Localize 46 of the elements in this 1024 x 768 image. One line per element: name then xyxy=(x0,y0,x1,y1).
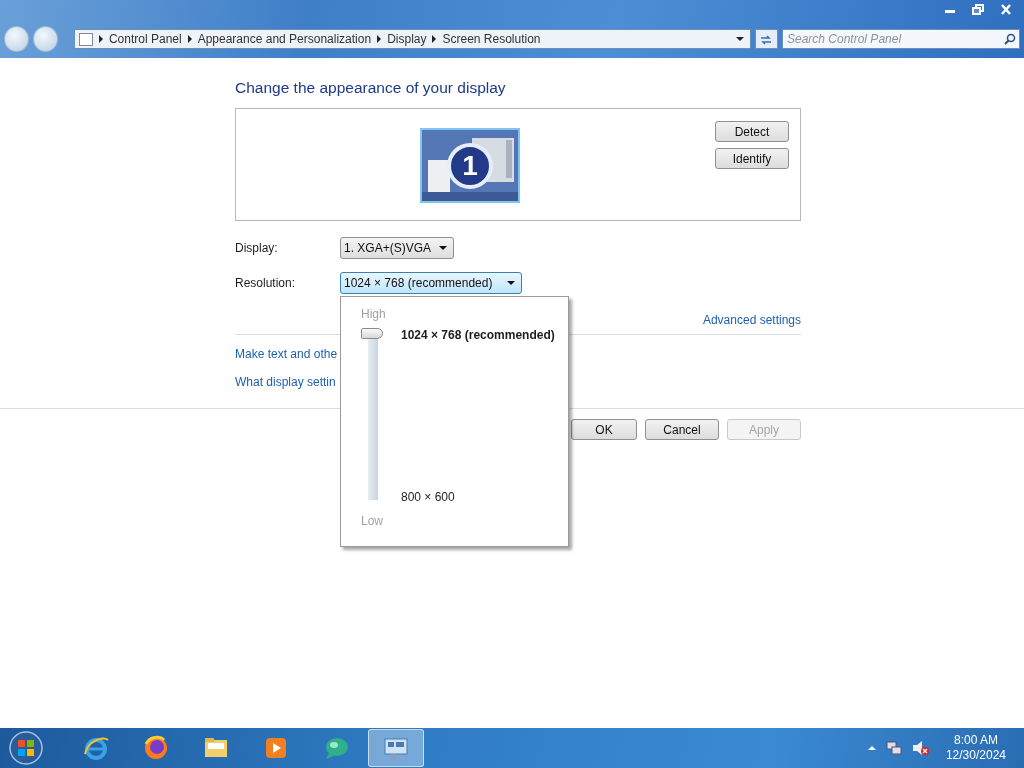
action-button[interactable]: Detect xyxy=(715,121,789,142)
address-bar[interactable]: Control Panel Appearance and Personalization Display Screen Resolution xyxy=(73,29,751,49)
field-label: Resolution: xyxy=(235,275,297,292)
slider-thumb[interactable] xyxy=(361,328,383,339)
resolution-dropdown[interactable]: 1024 × 768 (recommended) xyxy=(340,272,522,294)
chevron-icon xyxy=(98,35,103,43)
monitor-tile[interactable]: 1 xyxy=(420,128,520,203)
help-link[interactable]: What display settin xyxy=(235,375,336,389)
breadcrumb-item[interactable]: Display xyxy=(387,30,427,48)
restore-icon xyxy=(972,3,984,15)
dialog-button[interactable]: Cancel xyxy=(645,419,719,440)
arrows-icon xyxy=(759,33,774,46)
display-dropdown[interactable]: 1. XGA+(S)VGA xyxy=(340,237,455,259)
dialog-button[interactable]: OK xyxy=(571,419,637,440)
back-button[interactable] xyxy=(4,26,29,52)
chevron-icon xyxy=(432,35,437,43)
volume-muted-icon[interactable] xyxy=(911,740,930,756)
network-icon[interactable] xyxy=(885,740,902,756)
page-heading: Change the appearance of your display xyxy=(235,78,507,98)
field-label: Display: xyxy=(235,240,279,257)
caret-icon xyxy=(507,281,515,285)
forward-button[interactable] xyxy=(32,26,58,52)
close-icon xyxy=(1000,3,1012,15)
search-icon xyxy=(1004,33,1016,45)
advanced-settings-link[interactable]: Advanced settings xyxy=(702,311,801,327)
refresh-button[interactable] xyxy=(754,29,778,49)
resolution-option[interactable]: 800 × 600 xyxy=(401,488,555,506)
chevron-icon xyxy=(377,35,382,43)
browser-icon xyxy=(142,734,170,762)
breadcrumb-item[interactable]: Appearance and Personalization xyxy=(197,30,372,48)
slider-label: Low xyxy=(361,513,384,530)
help-link[interactable]: Make text and othe xyxy=(235,347,338,361)
dropdown-icon xyxy=(735,37,744,41)
resolution-option[interactable]: 1024 × 768 (recommended) xyxy=(401,326,555,344)
resolution-slider[interactable] xyxy=(361,328,385,500)
chevron-icon xyxy=(187,35,192,43)
breadcrumb-item[interactable]: Control Panel xyxy=(108,30,182,48)
show-hidden-icons[interactable] xyxy=(867,745,876,751)
action-button[interactable]: Identify xyxy=(715,148,789,169)
caret-icon xyxy=(439,246,448,250)
search-field[interactable]: Search Control Panel xyxy=(782,29,1020,49)
taskbar-button[interactable] xyxy=(368,729,424,767)
taskbar-clock[interactable]: 8:00 AM 12/30/2024 xyxy=(945,733,1006,763)
breadcrumb-item[interactable]: Screen Resolution xyxy=(442,30,541,48)
folder-icon xyxy=(78,32,93,46)
slider-label: High xyxy=(361,307,387,322)
